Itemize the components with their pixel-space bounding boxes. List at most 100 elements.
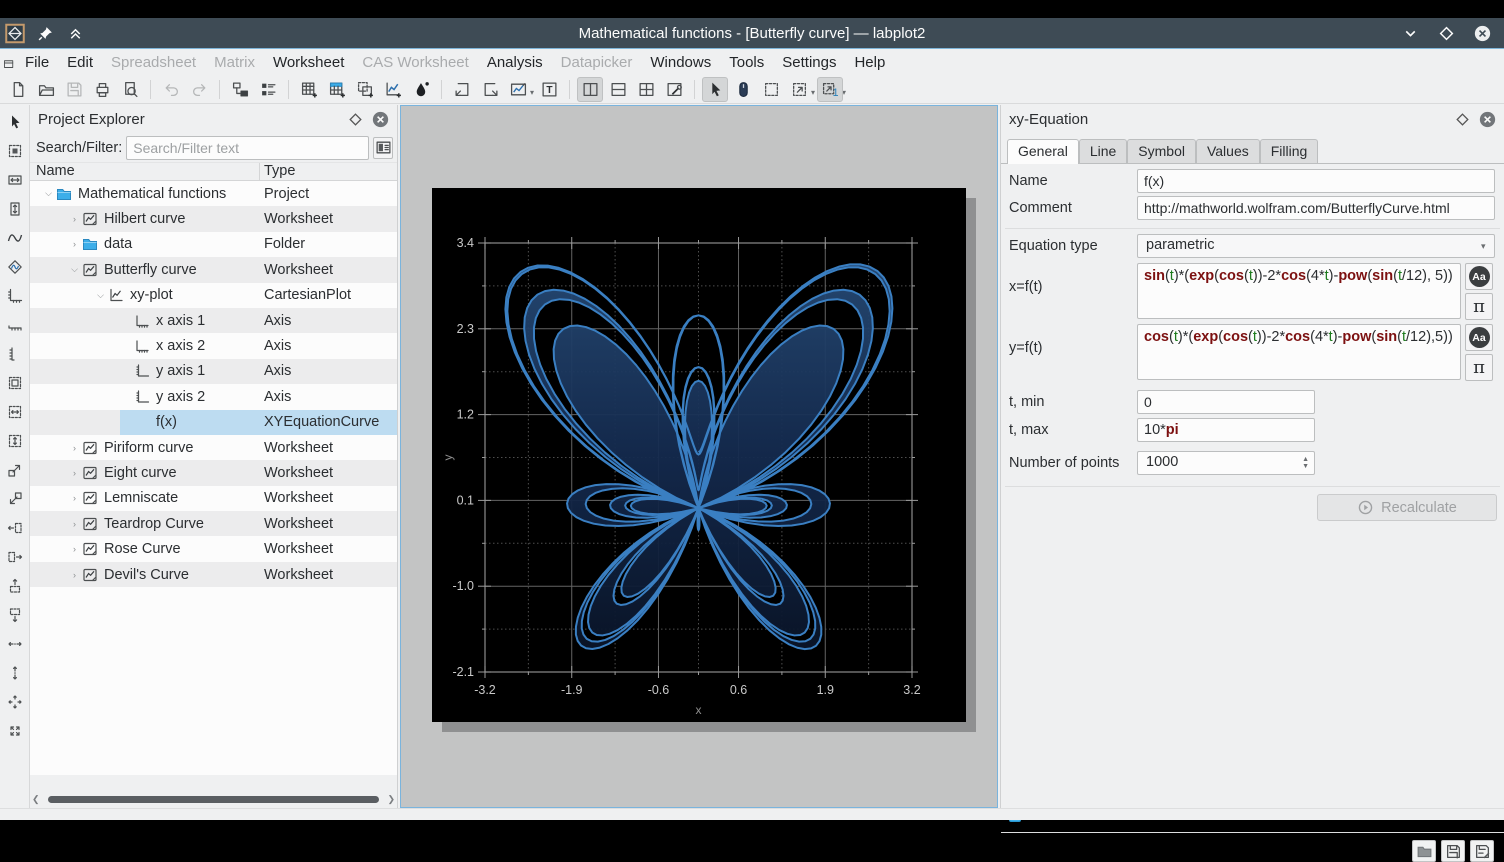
zoom-one-button[interactable]: 1: [817, 77, 843, 102]
zoom-fit-x-button[interactable]: [2, 399, 28, 425]
tab-line[interactable]: Line: [1079, 139, 1127, 163]
zoom-fit-y-button[interactable]: [2, 428, 28, 454]
tab-general[interactable]: General: [1007, 139, 1079, 164]
tmin-input[interactable]: [1137, 390, 1315, 414]
expander-expanded-icon[interactable]: ⌵: [42, 188, 55, 199]
zoom-in-region-button[interactable]: [2, 457, 28, 483]
worksheet-page[interactable]: 3.42.31.20.1-1.0-2.1-3.2-1.9-0.60.61.93.…: [432, 188, 966, 722]
menu-analysis[interactable]: Analysis: [478, 52, 552, 73]
zoom-fit-selection-button[interactable]: [786, 77, 812, 102]
tab-values[interactable]: Values: [1196, 139, 1260, 163]
equation-type-combobox[interactable]: parametric ▾: [1137, 234, 1495, 258]
tmax-input[interactable]: 10*pi: [1137, 418, 1315, 442]
xy-curve-button[interactable]: [2, 225, 28, 251]
column-header-name[interactable]: Name: [30, 163, 260, 180]
fit-selection-button[interactable]: [505, 77, 531, 102]
text-label-button[interactable]: T: [536, 77, 562, 102]
tree-row-hilbert-curve[interactable]: ›Hilbert curveWorksheet: [30, 206, 397, 231]
tree-row-y-axis-2[interactable]: y axis 2Axis: [30, 384, 397, 409]
zoom-fit-all-button[interactable]: [2, 370, 28, 396]
scale-auto-y-button[interactable]: [2, 660, 28, 686]
layout-vertical-button[interactable]: [577, 77, 603, 102]
cursor-arrow-button[interactable]: [2, 109, 28, 135]
zoom-out-region-button[interactable]: [2, 486, 28, 512]
resize-horizontal-button[interactable]: [2, 167, 28, 193]
tree-row-piriform-curve[interactable]: ›Piriform curveWorksheet: [30, 435, 397, 460]
save-as-default-button[interactable]: [1470, 840, 1494, 862]
float-dock-button[interactable]: [1454, 111, 1471, 128]
tree-row-y-axis-1[interactable]: y axis 1Axis: [30, 359, 397, 384]
layout-edit-button[interactable]: [661, 77, 687, 102]
select-region-button[interactable]: [2, 138, 28, 164]
spinbox-arrows-icon[interactable]: ▲▼: [1302, 456, 1309, 470]
datapicker-new-button[interactable]: [408, 77, 434, 102]
pin-icon[interactable]: [35, 23, 55, 43]
worksheet-view[interactable]: 3.42.31.20.1-1.0-2.1-3.2-1.9-0.60.61.93.…: [400, 105, 998, 808]
workbook-new-button[interactable]: [352, 77, 378, 102]
expander-collapsed-icon[interactable]: ›: [68, 214, 81, 224]
spreadsheet-new-button[interactable]: [296, 77, 322, 102]
close-button[interactable]: [1472, 23, 1492, 43]
tree-row-butterfly-curve[interactable]: ⌵Butterfly curveWorksheet: [30, 257, 397, 282]
tab-filling[interactable]: Filling: [1260, 139, 1319, 163]
shift-down-button[interactable]: [2, 602, 28, 628]
tree-row-devil-s-curve[interactable]: ›Devil's CurveWorksheet: [30, 562, 397, 587]
tree-row-teardrop-curve[interactable]: ›Teardrop CurveWorksheet: [30, 511, 397, 536]
menu-tools[interactable]: Tools: [720, 52, 773, 73]
float-dock-button[interactable]: [347, 111, 364, 128]
save-template-button[interactable]: [1441, 840, 1465, 862]
maximize-button[interactable]: [1436, 23, 1456, 43]
recalculate-button[interactable]: Recalculate: [1317, 494, 1497, 521]
menu-file[interactable]: File: [16, 52, 58, 73]
name-input[interactable]: [1137, 169, 1495, 193]
menu-worksheet[interactable]: Worksheet: [264, 52, 353, 73]
tree-row-f-x-[interactable]: f(x)XYEquationCurve: [30, 410, 397, 435]
y-constants-button[interactable]: Aa: [1465, 324, 1493, 351]
x-equation-input[interactable]: sin(t)*(exp(cos(t))-2*cos(4*t)-pow(sin(t…: [1137, 263, 1461, 319]
shift-left-button[interactable]: [2, 544, 28, 570]
menu-help[interactable]: Help: [845, 52, 894, 73]
plot-new-button[interactable]: [380, 77, 406, 102]
horizontal-scrollbar[interactable]: ❮ ❯: [32, 794, 395, 804]
workbook-hierarchy-button[interactable]: [227, 77, 253, 102]
tree-row-mathematical-functions[interactable]: ⌵Mathematical functionsProject: [30, 181, 397, 206]
x-functions-button[interactable]: π: [1465, 293, 1493, 320]
tab-symbol[interactable]: Symbol: [1127, 139, 1196, 163]
scrollbar-thumb[interactable]: [48, 796, 380, 803]
layout-grid-button[interactable]: [633, 77, 659, 102]
x-constants-button[interactable]: Aa: [1465, 263, 1493, 290]
tree-row-lemniscate[interactable]: ›LemniscateWorksheet: [30, 486, 397, 511]
axis-new-button[interactable]: [2, 283, 28, 309]
zoom-select-button[interactable]: [758, 77, 784, 102]
menu-edit[interactable]: Edit: [58, 52, 102, 73]
expander-collapsed-icon[interactable]: ›: [68, 519, 81, 529]
doc-new-button[interactable]: [5, 77, 31, 102]
scroll-left-arrow[interactable]: ❮: [32, 794, 40, 805]
cursor-arrow-button[interactable]: [702, 77, 728, 102]
y-functions-button[interactable]: π: [1465, 354, 1493, 381]
scale-auto-x-button[interactable]: [2, 631, 28, 657]
expander-collapsed-icon[interactable]: ›: [68, 443, 81, 453]
tree-row-x-axis-1[interactable]: x axis 1Axis: [30, 308, 397, 333]
menu-windows[interactable]: Windows: [641, 52, 720, 73]
tree-header[interactable]: Name Type: [30, 162, 397, 181]
y-equation-input[interactable]: cos(t)*(exp(cos(t))-2*cos(4*t)-pow(sin(t…: [1137, 324, 1461, 380]
comment-input[interactable]: [1137, 196, 1495, 220]
expander-collapsed-icon[interactable]: ›: [68, 544, 81, 554]
load-template-button[interactable]: [1412, 840, 1436, 862]
shift-right-button[interactable]: [2, 515, 28, 541]
tree-row-data[interactable]: ›dataFolder: [30, 232, 397, 257]
matrix-new-button[interactable]: [324, 77, 350, 102]
tree-row-eight-curve[interactable]: ›Eight curveWorksheet: [30, 460, 397, 485]
print-button[interactable]: [89, 77, 115, 102]
x-axis-new-button[interactable]: [2, 312, 28, 338]
expander-collapsed-icon[interactable]: ›: [68, 239, 81, 249]
expander-collapsed-icon[interactable]: ›: [68, 468, 81, 478]
column-header-type[interactable]: Type: [260, 163, 397, 180]
import-box-button[interactable]: [449, 77, 475, 102]
resize-vertical-button[interactable]: [2, 196, 28, 222]
expander-expanded-icon[interactable]: ⌵: [94, 290, 107, 301]
close-dock-button[interactable]: [1479, 111, 1496, 128]
collapse-panel-icon[interactable]: [65, 23, 85, 43]
tree-row-xy-plot[interactable]: ⌵xy-plotCartesianPlot: [30, 283, 397, 308]
